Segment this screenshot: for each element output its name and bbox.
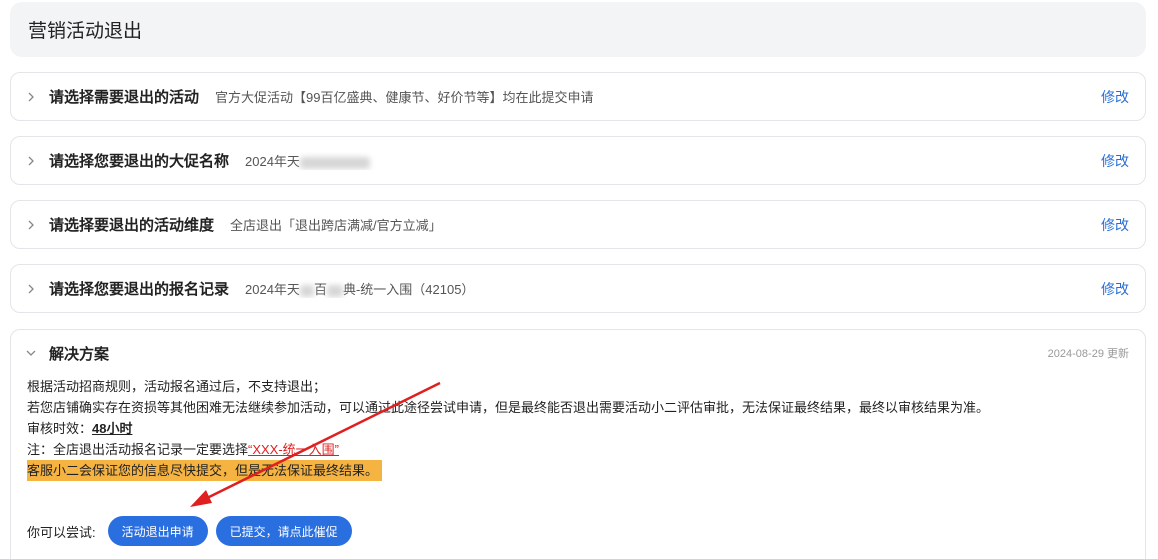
step-select-promotion[interactable]: 请选择您要退出的大促名称 2024年天 修改 [10,136,1146,185]
rule-line: 若您店铺确实存在资损等其他困难无法继续参加活动，可以通过此途径尝试申请，但是最终… [27,400,990,415]
redacted-blur [299,156,370,169]
page-title: 营销活动退出 [28,21,143,42]
step-select-record[interactable]: 请选择您要退出的报名记录 2024年天百典-统一入围（42105） 修改 [10,264,1146,313]
urge-button[interactable]: 已提交，请点此催促 [215,516,352,546]
solution-panel: 解决方案 2024-08-29 更新 根据活动招商规则，活动报名通过后，不支持退… [10,329,1146,559]
step-select-dimension[interactable]: 请选择要退出的活动维度 全店退出「退出跨店满减/官方立减」 修改 [10,200,1146,249]
page: 营销活动退出 请选择需要退出的活动 官方大促活动【99百亿盛典、健康节、好价节等… [0,0,1158,559]
review-time-value: 48小时 [92,421,133,436]
chevron-right-icon [25,219,47,231]
step-value-suffix: 典-统一入围（42105） [342,282,475,297]
note-label: 注：全店退出活动报名记录一定要选择 [27,442,249,457]
step-value: 全店退出「退出跨店满减/官方立减」 [230,218,442,233]
edit-link[interactable]: 修改 [1101,151,1129,171]
page-header: 营销活动退出 [10,2,1146,57]
warning-line: 客服小二会保证您的信息尽快提交，但是无法保证最终结果。 [27,460,1129,481]
update-timestamp: 2024-08-29 更新 [1047,348,1129,360]
step-select-activity[interactable]: 请选择需要退出的活动 官方大促活动【99百亿盛典、健康节、好价节等】均在此提交申… [10,72,1146,121]
try-actions: 你可以尝试: 活动退出申请 已提交，请点此催促 [27,516,360,546]
exit-application-button[interactable]: 活动退出申请 [107,516,208,546]
step-value: 官方大促活动【99百亿盛典、健康节、好价节等】均在此提交申请 [215,90,594,105]
step-value-text: 2024年天 [245,154,300,169]
step-value: 2024年天 [245,151,1101,170]
note-line: 注：全店退出活动报名记录一定要选择“XXX-统一入围” [27,439,1129,460]
rule-line: 根据活动招商规则，活动报名通过后，不支持退出； [27,379,327,394]
redacted-blur [326,284,343,297]
try-label: 你可以尝试: [27,524,96,540]
step-value-mid: 百 [313,282,327,297]
note-highlight-link: “XXX-统一入围” [248,442,340,457]
step-title: 请选择您要退出的报名记录 [49,281,230,298]
solution-header[interactable]: 解决方案 2024-08-29 更新 [11,330,1145,376]
review-time-label: 审核时效： [27,421,93,436]
chevron-right-icon [25,155,47,167]
chevron-right-icon [25,283,47,295]
step-title: 请选择您要退出的大促名称 [49,153,230,170]
step-title: 请选择要退出的活动维度 [49,217,215,234]
redacted-blur [299,284,314,297]
step-value-prefix: 2024年天 [245,282,300,297]
edit-link[interactable]: 修改 [1101,215,1129,235]
edit-link[interactable]: 修改 [1101,87,1129,107]
step-value: 2024年天百典-统一入围（42105） [245,279,1101,298]
edit-link[interactable]: 修改 [1101,279,1129,299]
chevron-down-icon [25,347,47,359]
review-time-line: 审核时效：48小时 [27,418,1129,439]
chevron-right-icon [25,91,47,103]
solution-body: 根据活动招商规则，活动报名通过后，不支持退出； 若您店铺确实存在资损等其他困难无… [11,376,1145,481]
warning-highlight: 客服小二会保证您的信息尽快提交，但是无法保证最终结果。 [27,460,383,481]
step-title: 请选择需要退出的活动 [49,89,200,106]
solution-title: 解决方案 [49,345,110,363]
